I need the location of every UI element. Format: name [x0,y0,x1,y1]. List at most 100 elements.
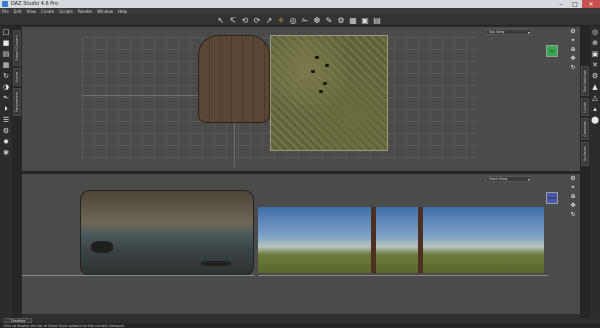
scale-icon[interactable]: ↗ [264,15,274,25]
target-icon[interactable]: ◎ [590,27,600,37]
floor-line [258,275,548,276]
tab-tool-settings[interactable]: Tool Settings [581,66,589,96]
menu-create[interactable]: Create [41,9,54,14]
light-icon[interactable]: ✹ [0,137,12,147]
ocean-backdrop-plane[interactable] [80,190,254,276]
aim-icon[interactable]: ⌖ [569,183,577,192]
open-icon[interactable]: ■ [0,38,12,48]
select-icon[interactable]: ↸ [228,15,238,25]
terrain-plane[interactable] [270,35,388,151]
tab-parameters[interactable]: Parameters [13,88,21,116]
tab-label: Parameters [15,91,19,113]
region-icon[interactable]: ▦ [348,15,358,25]
window-buttons: – □ ✕ [554,0,600,8]
orbit-icon[interactable]: ↻ [569,63,577,72]
rotate-alt-icon[interactable]: ⟳ [252,15,262,25]
crop-icon[interactable]: ✁ [300,15,310,25]
back-icon[interactable]: ⬑ [0,93,12,103]
right-toolbar: ◎ ⊕ ▣ ✕ ⚙ ▲ △ ▴ ⬤ [590,26,600,318]
draw-style-icon[interactable]: ⚙ [569,27,577,36]
zoom-icon[interactable]: ⊕ [569,45,577,54]
zoom-icon[interactable]: ⊕ [569,192,577,201]
render-icon[interactable]: ▣ [360,15,370,25]
menu-help[interactable]: Help [118,9,127,14]
terrain-rock [325,64,329,67]
save-icon[interactable]: ▦ [0,60,12,70]
arrow-select-icon[interactable]: ↖ [216,15,226,25]
sphere-icon[interactable]: ⬤ [590,115,600,125]
rock-shape [91,241,113,253]
viewport-controls: ⚙ ⌖ ⊕ ✥ ↻ [568,174,578,219]
merge-icon[interactable]: ▤ [0,49,12,59]
panorama-backdrop-plane[interactable] [258,207,544,273]
menu-scripts[interactable]: Scripts [59,9,73,14]
pyramid-icon[interactable]: △ [590,93,600,103]
terrain-rock [311,70,315,73]
menu-window[interactable]: Window [97,9,113,14]
maximize-button[interactable]: □ [568,0,582,8]
gear-icon[interactable]: ⚙ [590,71,600,81]
pan-icon[interactable]: ✥ [569,54,577,63]
viewport-front[interactable]: Front View ▾ Front ⚙ ⌖ ⊕ ✥ ↻ [22,174,580,314]
viewport-top[interactable]: Top View ▾ Top ⚙ ⌖ ⊕ ✥ ↻ [22,27,580,171]
menu-render[interactable]: Render [78,9,92,14]
menu-edit[interactable]: Edit [14,9,22,14]
terrain-rock [315,56,319,59]
pan-icon[interactable]: ✥ [569,201,577,210]
app-window: DAZ Studio 4.6 Pro – □ ✕ File Edit View … [0,0,600,328]
tab-label: Tool Settings [583,69,587,93]
terrain-rock [319,90,323,93]
tab-lights[interactable]: Lights [581,98,589,116]
gear-icon[interactable]: ⚙ [0,126,12,136]
frame-icon[interactable]: ▣ [590,49,600,59]
joint-icon[interactable]: ⚙ [336,15,346,25]
undo-icon[interactable]: ↻ [0,71,12,81]
tab-label: Lights [583,101,587,113]
main-toolbar: ↖ ↸ ⟲ ⟳ ↗ ✧ ◎ ✁ ❆ ✎ ⚙ ▦ ▣ ▤ [0,14,600,26]
node-icon[interactable]: ◎ [288,15,298,25]
orbit-icon[interactable]: ↻ [569,210,577,219]
tab-label: Cameras [583,121,587,137]
new-icon[interactable]: □ [0,27,12,37]
universal-tool-icon[interactable]: ✧ [276,15,286,25]
redo-icon[interactable]: ◑ [0,82,12,92]
aim-icon[interactable]: ⌖ [569,36,577,45]
remove-icon[interactable]: ✕ [590,60,600,70]
draw-style-icon[interactable]: ⚙ [569,174,577,183]
view-cube-label: Front [548,196,556,200]
menu-file[interactable]: File [2,9,9,14]
view-cube[interactable]: Top [546,45,558,57]
tree-trunk [371,207,376,273]
close-button[interactable]: ✕ [582,0,600,8]
status-bar: Click to display the list of Draw Style … [0,323,600,328]
tab-scene[interactable]: Scene [13,68,21,86]
flower-icon[interactable]: ❃ [0,148,12,158]
paint-icon[interactable]: ✎ [324,15,334,25]
add-icon[interactable]: ⊕ [590,38,600,48]
status-text: Click to display the list of Draw Style … [3,323,125,328]
viewport-camera-dropdown[interactable]: Front View ▾ [486,176,532,182]
floor-line [22,275,254,276]
viewport-controls: ⚙ ⌖ ⊕ ✥ ↻ [568,27,578,72]
triangle-icon[interactable]: ▴ [590,104,600,114]
camera-icon[interactable]: ▤ [372,15,382,25]
viewport-label: Top View [489,30,505,34]
view-cube-label: Top [549,49,555,53]
menu-view[interactable]: View [26,9,36,14]
tool-group: ↖ ↸ ⟲ ⟳ ↗ ✧ ◎ ✁ ❆ ✎ ⚙ ▦ ▣ ▤ [216,15,384,25]
view-cube[interactable]: Front [546,192,558,204]
left-pane-tabs: Smart Content Scene Parameters [12,26,22,318]
minimize-button[interactable]: – [554,0,568,8]
cone-icon[interactable]: ▲ [590,82,600,92]
viewport-camera-dropdown[interactable]: Top View ▾ [486,29,532,35]
tab-label: Smart Content [15,35,19,61]
play-icon[interactable]: ⏵ [0,104,12,114]
tab-smart-content[interactable]: Smart Content [13,30,21,66]
wooden-door-plane[interactable] [198,35,270,123]
list-icon[interactable]: ☰ [0,115,12,125]
surface-icon[interactable]: ❆ [312,15,322,25]
tree-trunk [418,207,423,273]
rotate-icon[interactable]: ⟲ [240,15,250,25]
tab-surfaces[interactable]: Surfaces [581,142,589,166]
tab-cameras[interactable]: Cameras [581,118,589,140]
